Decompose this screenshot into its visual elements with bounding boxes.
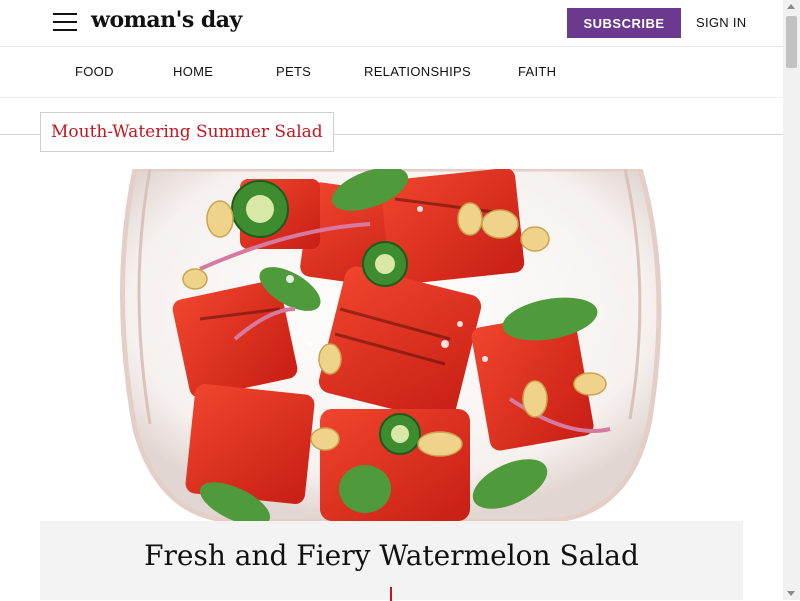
watermelon-salad-illustration [120,169,662,521]
article-title-card: Fresh and Fiery Watermelon Salad [40,521,743,601]
nav-item-home[interactable]: HOME [173,64,213,79]
article-tag[interactable]: Mouth-Watering Summer Salad [40,112,334,152]
subscribe-button[interactable]: SUBSCRIBE [567,8,681,38]
article-title: Fresh and Fiery Watermelon Salad [144,539,639,572]
site-logo[interactable]: woman's day [91,7,242,33]
hamburger-menu-icon[interactable] [53,12,77,32]
title-accent-line [390,587,392,601]
scroll-up-arrow-icon[interactable] [787,4,795,9]
hero-image [40,169,743,521]
nav-item-food[interactable]: FOOD [75,64,114,79]
scroll-down-arrow-icon[interactable] [787,591,795,596]
nav-item-relationships[interactable]: RELATIONSHIPS [364,64,471,79]
nav-item-faith[interactable]: FAITH [518,64,556,79]
scrollbar-thumb[interactable] [786,16,797,68]
nav-item-pets[interactable]: PETS [276,64,311,79]
vertical-scrollbar[interactable] [783,0,800,600]
site-header: woman's day SUBSCRIBE SIGN IN [0,0,783,47]
main-nav: FOOD HOME PETS RELATIONSHIPS FAITH [0,47,783,98]
sign-in-link[interactable]: SIGN IN [696,15,747,30]
